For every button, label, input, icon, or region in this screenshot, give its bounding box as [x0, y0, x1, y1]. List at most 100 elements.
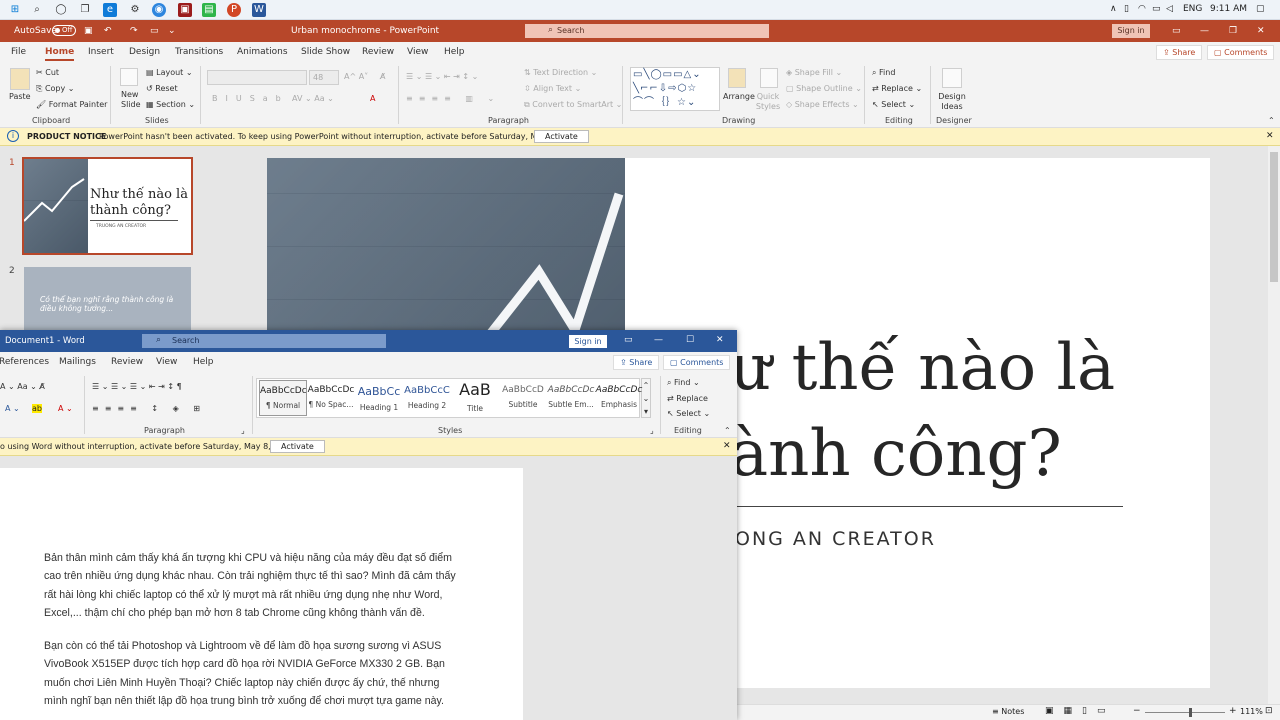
- activate-button[interactable]: Activate: [534, 130, 589, 143]
- close-icon[interactable]: ✕: [1257, 26, 1265, 36]
- network-icon[interactable]: ▯: [1124, 4, 1129, 14]
- close-icon[interactable]: ✕: [716, 335, 724, 345]
- cut-button[interactable]: ✂ Cut: [36, 68, 59, 77]
- tab-references[interactable]: References: [0, 357, 49, 367]
- ribbon-display-icon[interactable]: ▭: [624, 335, 633, 345]
- tab-design[interactable]: Design: [129, 47, 160, 57]
- clock[interactable]: 9:11 AM: [1210, 4, 1247, 14]
- shape-fill-button[interactable]: ◈ Shape Fill ⌄: [786, 68, 842, 77]
- zoom-out-icon[interactable]: −: [1133, 706, 1141, 716]
- view-buttons[interactable]: ▣▦▯▭: [1045, 706, 1115, 716]
- minimize-icon[interactable]: —: [1200, 26, 1209, 36]
- media-app-icon[interactable]: ▣: [178, 3, 192, 17]
- layout-button[interactable]: ▤ Layout ⌄: [146, 68, 193, 77]
- present-icon[interactable]: ▭: [150, 26, 159, 36]
- format-painter-button[interactable]: 🖌 Format Painter: [36, 100, 107, 109]
- tab-mailings[interactable]: Mailings: [59, 357, 96, 367]
- zoom-slider-thumb[interactable]: [1189, 708, 1192, 717]
- activate-button[interactable]: Activate: [270, 440, 325, 453]
- convert-smartart-button[interactable]: ⧉ Convert to SmartArt ⌄: [524, 100, 622, 110]
- edge-icon[interactable]: e: [103, 3, 117, 17]
- design-ideas-icon[interactable]: [942, 68, 962, 88]
- select-button[interactable]: ↖ Select ⌄: [667, 409, 710, 418]
- powerpoint-search-input[interactable]: Search: [525, 24, 769, 38]
- document-page[interactable]: Bản thân mình cảm thấy khá ấn tượng khi …: [0, 468, 523, 720]
- tab-animations[interactable]: Animations: [237, 47, 288, 57]
- powerpoint-signin-button[interactable]: Sign in: [1112, 24, 1150, 38]
- zoom-slider[interactable]: [1145, 712, 1225, 713]
- font-size-select[interactable]: 48: [309, 70, 339, 85]
- style-item[interactable]: AaBbCcC Heading 2: [403, 380, 451, 416]
- chrome-icon[interactable]: ◉: [152, 3, 166, 17]
- style-item[interactable]: AaBbCcD Subtitle: [499, 380, 547, 416]
- font-style-buttons[interactable]: BIUSab: [212, 94, 289, 103]
- font-name-select[interactable]: [207, 70, 307, 85]
- style-item[interactable]: AaBbCcDc ¶ No Spac...: [307, 380, 355, 416]
- char-spacing-icon[interactable]: AV ⌄ Aa ⌄: [292, 94, 334, 103]
- select-button[interactable]: ↖ Select ⌄: [872, 100, 915, 109]
- paste-button[interactable]: Paste: [9, 92, 31, 101]
- slide-thumbnail-1[interactable]: Như thế nào là thành công? TRUONG AN CRE…: [22, 157, 193, 255]
- word-taskbar-icon[interactable]: W: [252, 3, 266, 17]
- word-search-input[interactable]: Search: [142, 334, 386, 348]
- arrange-icon[interactable]: [728, 68, 746, 88]
- replace-button[interactable]: ⇄ Replace ⌄: [872, 84, 922, 93]
- replace-button[interactable]: ⇄ Replace: [667, 394, 708, 403]
- fit-slide-icon[interactable]: ⊡: [1265, 706, 1273, 716]
- tab-help[interactable]: Help: [193, 357, 214, 367]
- bullets-icon[interactable]: ☰ ⌄ ☰ ⌄ ⇤ ⇥ ↕ ⌄: [406, 72, 478, 81]
- font-color-icon[interactable]: A ⌄: [58, 404, 73, 413]
- paste-icon[interactable]: [10, 68, 30, 90]
- slide-title[interactable]: ư thế nào là ành công?: [730, 325, 1210, 497]
- new-slide-icon[interactable]: [120, 68, 138, 86]
- notifications-icon[interactable]: ▢: [1256, 4, 1265, 14]
- shapes-gallery[interactable]: ▭╲◯▭▭△⌄ ╲⌐⌐⇩⇨⬡☆ ⌒⌒｛｝☆⌄: [630, 67, 720, 111]
- text-direction-button[interactable]: ⇅ Text Direction ⌄: [524, 68, 597, 77]
- close-notice-icon[interactable]: ✕: [723, 441, 731, 451]
- font-buttons-row1[interactable]: A ⌄ Aa ⌄ A̸: [0, 382, 45, 391]
- slide-subtitle[interactable]: ONG AN CREATOR: [735, 528, 936, 550]
- copy-button[interactable]: ⎘ Copy ⌄: [36, 84, 75, 94]
- tab-insert[interactable]: Insert: [88, 47, 114, 57]
- tab-file[interactable]: File: [11, 47, 26, 57]
- font-grow-icon[interactable]: A^ A˅: [344, 72, 368, 81]
- vertical-scrollbar[interactable]: [1268, 146, 1280, 704]
- style-item[interactable]: AaBbCc Heading 1: [355, 380, 403, 416]
- style-item[interactable]: AaBbCcDc ¶ Normal: [259, 380, 307, 416]
- restore-icon[interactable]: ❐: [1229, 26, 1237, 36]
- comments-button[interactable]: ▢ Comments: [663, 355, 731, 370]
- redo-icon[interactable]: ↷: [130, 26, 138, 36]
- chat-app-icon[interactable]: ▤: [202, 3, 216, 17]
- save-icon[interactable]: ▣: [84, 26, 93, 36]
- close-notice-icon[interactable]: ✕: [1266, 131, 1274, 141]
- ribbon-display-icon[interactable]: ▭: [1172, 26, 1181, 36]
- search-icon[interactable]: ⌕: [30, 3, 44, 17]
- collapse-ribbon-icon[interactable]: ⌃: [724, 426, 731, 435]
- quick-styles-button[interactable]: Quick Styles: [755, 92, 781, 112]
- style-item[interactable]: AaBbCcDc Subtle Em...: [547, 380, 595, 416]
- battery-icon[interactable]: ▭: [1152, 4, 1161, 14]
- font-color-icon[interactable]: A: [370, 94, 375, 103]
- tab-slide-show[interactable]: Slide Show: [301, 47, 350, 57]
- tab-view[interactable]: View: [156, 357, 177, 367]
- share-button[interactable]: ⇪ Share: [613, 355, 660, 370]
- undo-icon[interactable]: ↶: [104, 26, 112, 36]
- shape-outline-button[interactable]: ▢ Shape Outline ⌄: [786, 84, 862, 93]
- design-ideas-button[interactable]: Design Ideas: [938, 92, 966, 112]
- autosave-toggle[interactable]: Off: [52, 25, 76, 36]
- windows-start-icon[interactable]: ⊞: [8, 3, 22, 17]
- language-indicator[interactable]: ENG: [1183, 4, 1202, 14]
- style-item[interactable]: AaBbCcDc Emphasis: [595, 380, 643, 416]
- tab-home[interactable]: Home: [45, 47, 75, 61]
- customize-qat-icon[interactable]: ⌄: [168, 26, 176, 36]
- styles-launcher-icon[interactable]: ⌟: [650, 426, 654, 435]
- task-view-icon[interactable]: ❐: [78, 3, 92, 17]
- scroll-thumb[interactable]: [1270, 152, 1278, 282]
- collapse-ribbon-icon[interactable]: ⌃: [1268, 116, 1275, 125]
- document-paragraph-1[interactable]: Bản thân mình cảm thấy khá ấn tượng khi …: [44, 549, 464, 623]
- find-button[interactable]: ⌕ Find ⌄: [667, 378, 700, 388]
- arrange-button[interactable]: Arrange: [723, 92, 755, 101]
- tab-help[interactable]: Help: [444, 47, 465, 57]
- tab-review[interactable]: Review: [111, 357, 143, 367]
- align-buttons[interactable]: ≡≡≡≡ ▥ ⌄: [406, 94, 500, 103]
